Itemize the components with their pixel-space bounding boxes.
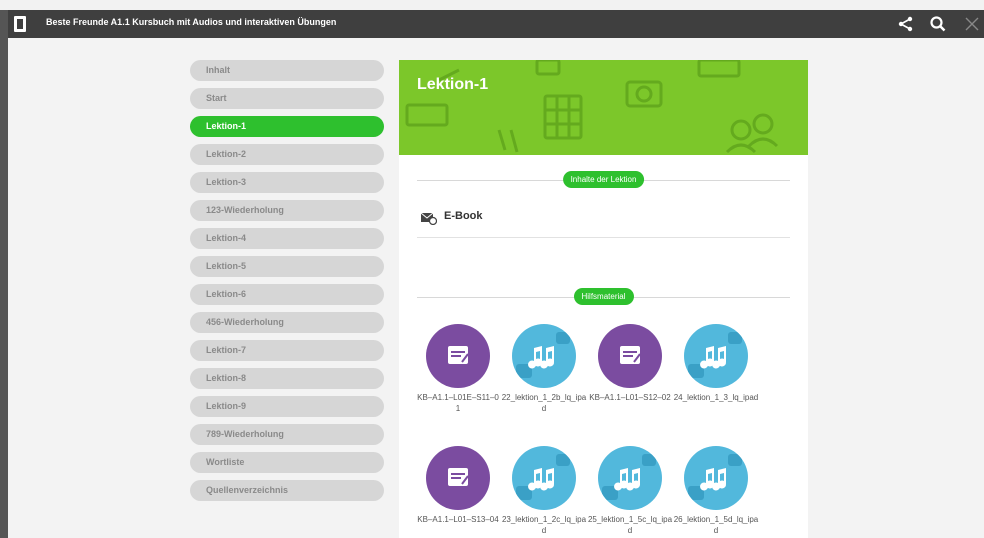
sidebar-item-inhalt[interactable]: Inhalt [190,60,384,81]
audio-icon [598,446,662,510]
lesson-banner: Lektion-1 [399,60,808,155]
material-label: KB–A1.1–L01–S13–04 [417,515,499,524]
material-tile[interactable]: 22_lektion_1_2b_lq_ipad [501,324,587,414]
sidebar-item-lektion-8[interactable]: Lektion-8 [190,368,384,389]
sidebar-item-789-wiederholung[interactable]: 789-Wiederholung [190,424,384,445]
material-label: 24_lektion_1_3_lq_ipad [673,393,759,402]
book-icon [14,16,26,32]
sidebar-item-lektion-7[interactable]: Lektion-7 [190,340,384,361]
sidebar-item-lektion-3[interactable]: Lektion-3 [190,172,384,193]
sidebar-item-wortliste[interactable]: Wortliste [190,452,384,473]
material-tile[interactable]: 25_lektion_1_5c_lq_ipad [587,446,673,536]
material-label: 23_lektion_1_2c_lq_ipad [501,515,587,535]
sidebar-item-lektion-6[interactable]: Lektion-6 [190,284,384,305]
ebook-icon [420,211,438,226]
material-tile[interactable]: 23_lektion_1_2c_lq_ipad [501,446,587,536]
content-area: Inhalt Start Lektion-1 Lektion-2 Lektion… [8,38,984,538]
sidebar-item-lektion-4[interactable]: Lektion-4 [190,228,384,249]
lesson-title: Lektion-1 [417,76,489,93]
sidebar-item-lektion-5[interactable]: Lektion-5 [190,256,384,277]
share-icon[interactable] [896,14,916,34]
sidebar-item-456-wiederholung[interactable]: 456-Wiederholung [190,312,384,333]
sidebar-item-lektion-9[interactable]: Lektion-9 [190,396,384,417]
school-items-illustration [405,60,779,154]
audio-icon [684,324,748,388]
material-tile[interactable]: KB–A1.1–L01E–S11–01 [415,324,501,414]
material-tile[interactable]: KB–A1.1–L01–S12–02 [587,324,673,403]
material-label: 22_lektion_1_2b_lq_ipad [501,393,587,413]
sidebar-item-123-wiederholung[interactable]: 123-Wiederholung [190,200,384,221]
audio-icon [684,446,748,510]
ebook-label: E-Book [444,210,483,222]
audio-icon [512,446,576,510]
audio-icon [512,324,576,388]
close-icon[interactable] [962,14,982,34]
sidebar-item-start[interactable]: Start [190,88,384,109]
sidebar-item-lektion-1[interactable]: Lektion-1 [190,116,384,137]
exercise-icon [426,324,490,388]
material-tile[interactable]: KB–A1.1–L01–S13–04 [415,446,501,525]
material-label: 26_lektion_1_5d_lq_ipad [673,515,759,535]
exercise-icon [598,324,662,388]
section-materials-divider: Hilfsmaterial [417,286,790,308]
top-bar: Beste Freunde A1.1 Kursbuch mit Audios u… [8,10,984,38]
sidebar-item-lektion-2[interactable]: Lektion-2 [190,144,384,165]
lesson-sidebar: Inhalt Start Lektion-1 Lektion-2 Lektion… [190,60,384,508]
section-materials-pill: Hilfsmaterial [573,288,634,305]
exercise-icon [426,446,490,510]
ebook-link[interactable]: E-Book [417,207,790,238]
section-contents-divider: Inhalte der Lektion [417,169,790,191]
material-label: KB–A1.1–L01–S12–02 [589,393,671,402]
material-label: 25_lektion_1_5c_lq_ipad [587,515,673,535]
sidebar-item-quellenverzeichnis[interactable]: Quellenverzeichnis [190,480,384,501]
material-tile[interactable]: 26_lektion_1_5d_lq_ipad [673,446,759,536]
material-tile[interactable]: 24_lektion_1_3_lq_ipad [673,324,759,403]
material-label: KB–A1.1–L01E–S11–01 [417,393,499,413]
app-title: Beste Freunde A1.1 Kursbuch mit Audios u… [46,17,337,27]
window-edge [0,10,8,538]
section-contents-pill: Inhalte der Lektion [562,171,645,188]
search-icon[interactable] [928,14,948,34]
